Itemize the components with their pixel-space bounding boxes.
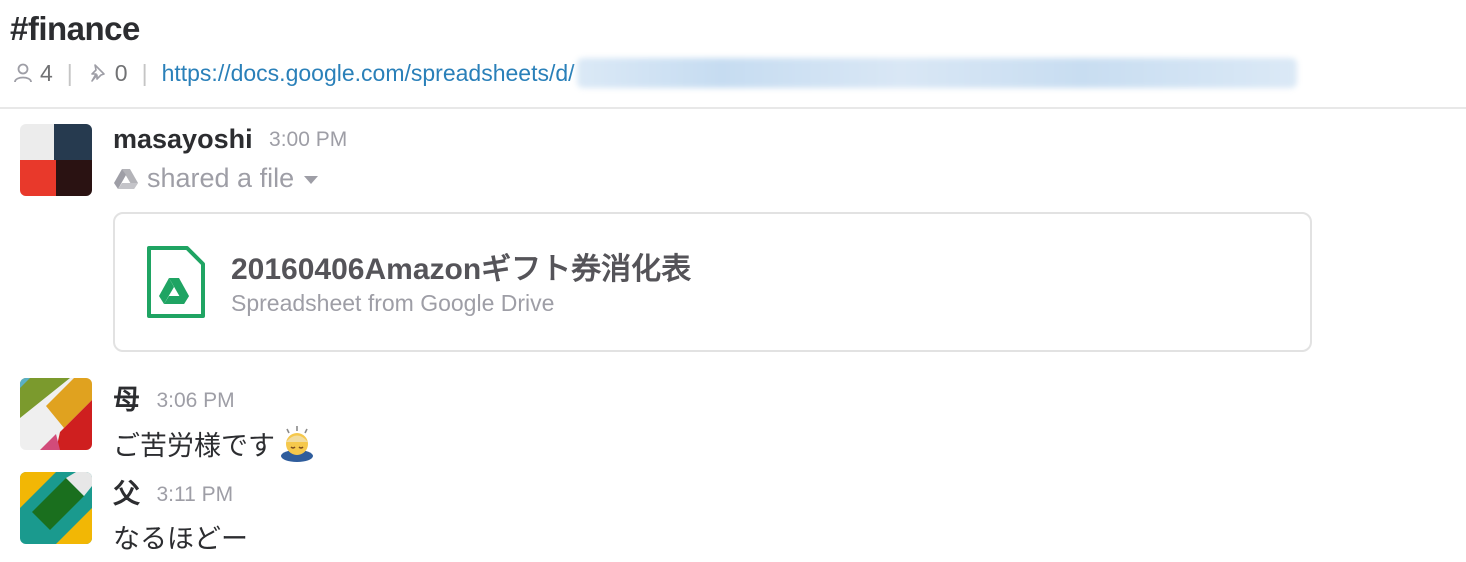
- avatar[interactable]: [20, 378, 92, 450]
- file-subtitle: Spreadsheet from Google Drive: [231, 290, 555, 316]
- message-text-content: ご苦労様です: [113, 430, 275, 461]
- google-drive-file-icon: [147, 246, 205, 318]
- channel-header: #finance 4 | 0 | https://docs.google.com…: [0, 0, 1466, 109]
- members-count: 4: [40, 59, 53, 86]
- avatar[interactable]: [20, 472, 92, 544]
- chevron-down-icon[interactable]: [304, 176, 319, 184]
- pins-count-button[interactable]: 0: [87, 60, 128, 87]
- file-title[interactable]: 20160406Amazonギフト券消化表: [231, 244, 691, 288]
- members-count-button[interactable]: 4: [12, 60, 53, 87]
- message-text: ご苦労様です: [113, 423, 317, 463]
- avatar[interactable]: [20, 124, 92, 196]
- message-text: なるほどー: [113, 517, 248, 556]
- message-text-content: なるほどー: [113, 524, 248, 554]
- shared-action-label: shared a file: [147, 163, 295, 193]
- person-icon: [14, 63, 32, 83]
- timestamp[interactable]: 3:00 PM: [269, 128, 347, 152]
- message-body: 母 3:06 PM ご苦労様です: [113, 378, 317, 463]
- sender-name[interactable]: masayoshi: [113, 124, 253, 155]
- timestamp[interactable]: 3:06 PM: [156, 389, 234, 413]
- channel-meta: 4 | 0 | https://docs.google.com/spreadsh…: [12, 56, 1297, 90]
- meta-divider: |: [66, 59, 73, 86]
- google-drive-icon: [114, 168, 138, 189]
- channel-title[interactable]: #finance: [10, 10, 140, 48]
- file-attachment-card[interactable]: 20160406Amazonギフト券消化表 Spreadsheet from G…: [113, 212, 1312, 352]
- sender-name[interactable]: 母: [113, 378, 140, 417]
- message-body: masayoshi 3:00 PM shared a file: [113, 124, 347, 194]
- shared-file-action[interactable]: shared a file: [113, 163, 347, 194]
- meta-divider: |: [141, 59, 148, 86]
- bowing-person-emoji: [281, 426, 313, 462]
- redacted-url-blur: [576, 58, 1297, 88]
- message-body: 父 3:11 PM なるほどー: [113, 472, 248, 556]
- topic-link[interactable]: https://docs.google.com/spreadsheets/d/: [162, 60, 575, 87]
- pins-count: 0: [114, 59, 128, 86]
- pin-icon: [90, 64, 105, 82]
- timestamp[interactable]: 3:11 PM: [156, 483, 233, 507]
- sender-name[interactable]: 父: [113, 472, 140, 511]
